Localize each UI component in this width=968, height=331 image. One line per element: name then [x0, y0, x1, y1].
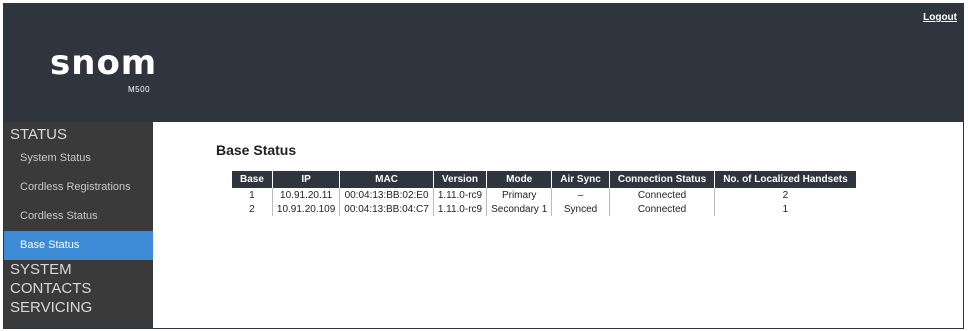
- cell-air-sync: –: [551, 188, 610, 202]
- model-label: M500: [128, 85, 151, 94]
- page-title: Base Status: [216, 142, 297, 158]
- cell-mode: Primary: [486, 188, 553, 202]
- base-status-table: Base IP MAC Version Mode Air Sync Connec…: [232, 171, 856, 216]
- column-header-version: Version: [433, 171, 488, 188]
- cell-mode: Secondary 1: [486, 202, 553, 216]
- cell-air-sync: Synced: [551, 202, 610, 216]
- column-header-connection-status: Connection Status: [609, 171, 716, 188]
- cell-ip: 10.91.20.109: [272, 202, 341, 216]
- sidebar-item-base-status[interactable]: Base Status: [4, 231, 153, 260]
- cell-localized-handsets: 1: [782, 203, 789, 215]
- column-header-localized-handsets: No. of Localized Handsets: [714, 171, 856, 188]
- app-frame: snom M500 Logout STATUS System Status Co…: [3, 3, 964, 329]
- cell-base: 2: [232, 202, 273, 216]
- nav-section-system[interactable]: SYSTEM: [4, 260, 153, 279]
- sidebar: STATUS System Status Cordless Registrati…: [4, 122, 153, 328]
- main-content: Base Status Base IP MAC Version Mode Air…: [153, 122, 963, 328]
- cell-ip: 10.91.20.11: [272, 188, 341, 202]
- cell-localized-handsets: 2: [782, 189, 789, 201]
- column-header-base: Base: [232, 171, 273, 188]
- snom-logo: snom: [50, 43, 158, 83]
- cell-connection-status: Connected: [609, 202, 716, 216]
- cell-connection-status: Connected: [609, 188, 716, 202]
- cell-version: 1.11.0-rc9: [433, 202, 488, 216]
- column-header-mac: MAC: [339, 171, 434, 188]
- logout-link[interactable]: Logout: [923, 12, 957, 23]
- cell-mac: 00:04:13:BB:04:C7: [339, 202, 434, 216]
- column-header-ip: IP: [272, 171, 341, 188]
- cell-mac: 00:04:13:BB:02:E0: [339, 188, 434, 202]
- cell-base: 1: [232, 188, 273, 202]
- nav-section-servicing[interactable]: SERVICING: [4, 298, 153, 317]
- cell-version: 1.11.0-rc9: [433, 188, 488, 202]
- table-header-row: Base IP MAC Version Mode Air Sync Connec…: [232, 171, 856, 188]
- sidebar-item-system-status[interactable]: System Status: [4, 144, 153, 173]
- nav-section-status[interactable]: STATUS: [4, 125, 153, 144]
- nav-section-contacts[interactable]: CONTACTS: [4, 279, 153, 298]
- sidebar-item-cordless-registrations[interactable]: Cordless Registrations: [4, 173, 153, 202]
- column-header-mode: Mode: [486, 171, 553, 188]
- header: snom M500 Logout: [4, 4, 963, 122]
- table-row: 2 10.91.20.109 00:04:13:BB:04:C7 1.11.0-…: [232, 202, 856, 216]
- table-row: 1 10.91.20.11 00:04:13:BB:02:E0 1.11.0-r…: [232, 188, 856, 202]
- sidebar-item-cordless-status[interactable]: Cordless Status: [4, 202, 153, 231]
- column-header-air-sync: Air Sync: [551, 171, 610, 188]
